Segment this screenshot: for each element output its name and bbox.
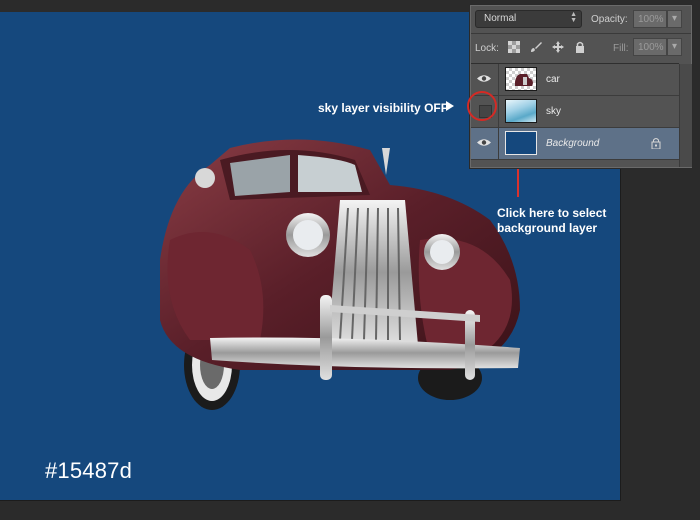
layers-list: car sky Background bbox=[471, 63, 679, 168]
layers-panel: Normal ▲ ▼ Opacity: 100% ▾ Lock: Fill: 10… bbox=[469, 4, 693, 169]
move-icon[interactable] bbox=[552, 41, 564, 53]
layer-name-sky: sky bbox=[546, 106, 561, 117]
layers-scrollbar[interactable] bbox=[679, 64, 692, 167]
fill-label: Fill: bbox=[613, 43, 629, 54]
blend-mode-value: Normal bbox=[484, 13, 517, 24]
opacity-dropdown-button[interactable]: ▾ bbox=[667, 10, 682, 28]
eye-icon bbox=[477, 75, 491, 82]
arrow-right-icon bbox=[446, 101, 454, 111]
layer-thumbnail-background bbox=[505, 131, 537, 155]
layer-row-background[interactable]: Background bbox=[471, 128, 679, 160]
blend-mode-select[interactable]: Normal ▲ ▼ bbox=[475, 10, 582, 28]
chevron-down-icon: ▾ bbox=[671, 41, 678, 52]
divider bbox=[471, 33, 691, 34]
layer-name-car: car bbox=[546, 74, 560, 85]
annotation-line-2: background layer bbox=[497, 221, 598, 235]
layer-thumbnail-car bbox=[505, 67, 537, 91]
layer-name-background: Background bbox=[546, 138, 600, 149]
opacity-input[interactable]: 100% bbox=[633, 10, 667, 28]
opacity-label: Opacity: bbox=[591, 14, 628, 25]
up-down-arrows-icon: ▲ ▼ bbox=[570, 11, 577, 24]
chevron-down-icon: ▾ bbox=[671, 13, 678, 24]
car-image bbox=[150, 130, 530, 415]
lock-label: Lock: bbox=[475, 43, 499, 54]
lock-icon bbox=[651, 138, 661, 149]
background-select-annotation: Click here to select background layer bbox=[497, 206, 637, 236]
color-hex-label: #15487d bbox=[45, 458, 133, 483]
sky-visibility-annotation: sky layer visibility OFF bbox=[318, 101, 449, 115]
highlight-circle bbox=[467, 91, 497, 121]
layer-row-car[interactable]: car bbox=[471, 64, 679, 96]
eye-icon bbox=[477, 139, 491, 146]
lock-icon[interactable] bbox=[574, 41, 586, 53]
fill-input[interactable]: 100% bbox=[633, 38, 667, 56]
layer-thumbnail-sky bbox=[505, 99, 537, 123]
annotation-line-1: Click here to select bbox=[497, 206, 607, 220]
brush-icon[interactable] bbox=[530, 41, 542, 53]
checkerboard-icon[interactable] bbox=[508, 41, 520, 53]
layer-row-sky[interactable]: sky bbox=[471, 96, 679, 128]
fill-dropdown-button[interactable]: ▾ bbox=[667, 38, 682, 56]
car-thumbnail-icon bbox=[515, 74, 533, 86]
visibility-toggle-background[interactable] bbox=[471, 128, 499, 159]
